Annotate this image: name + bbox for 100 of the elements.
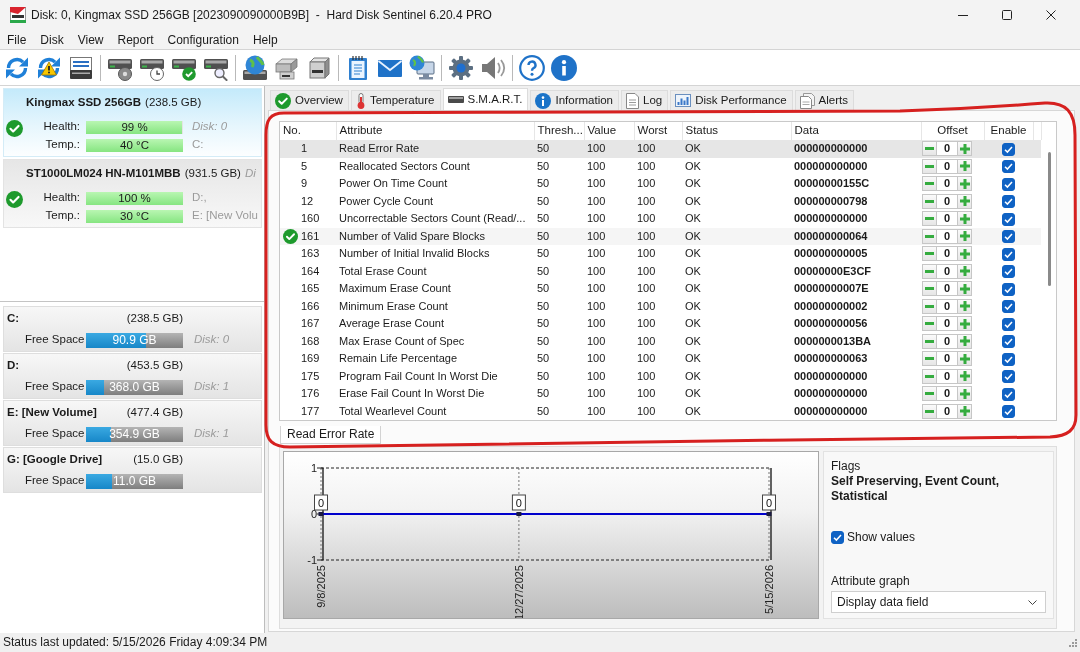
checkbox[interactable]	[1002, 352, 1015, 366]
increase-button[interactable]	[957, 263, 972, 279]
increase-button[interactable]	[957, 316, 972, 332]
checkbox[interactable]	[1002, 160, 1015, 174]
increase-button[interactable]	[957, 246, 972, 262]
offset-field[interactable]: 0	[937, 333, 957, 349]
menu-item[interactable]: View	[70, 30, 111, 49]
increase-button[interactable]	[957, 281, 972, 297]
decrease-button[interactable]	[922, 211, 937, 227]
settings-icon[interactable]	[448, 54, 474, 81]
decrease-button[interactable]	[922, 228, 937, 244]
offset-field[interactable]: 0	[937, 228, 957, 244]
check-icon	[283, 228, 298, 244]
checkbox[interactable]	[1002, 370, 1015, 384]
checkbox[interactable]	[1002, 195, 1015, 209]
monitor-globe-icon[interactable]	[409, 54, 435, 81]
decrease-button[interactable]	[922, 246, 937, 262]
menu-item[interactable]: Configuration	[160, 30, 246, 49]
tab[interactable]: Alerts	[794, 90, 854, 110]
increase-button[interactable]	[957, 211, 972, 227]
table-cell: 50	[534, 140, 584, 158]
offset-field[interactable]: 0	[937, 141, 957, 157]
increase-button[interactable]	[957, 403, 972, 419]
increase-button[interactable]	[957, 176, 972, 192]
dropdown[interactable]: Display data field	[831, 591, 1046, 613]
decrease-button[interactable]	[922, 316, 937, 332]
offset-field[interactable]: 0	[937, 246, 957, 262]
menu-item[interactable]: Disk	[33, 30, 71, 49]
checkbox[interactable]	[1002, 265, 1015, 279]
tab[interactable]: Overview	[270, 90, 349, 110]
decrease-button[interactable]	[922, 386, 937, 402]
increase-button[interactable]	[957, 333, 972, 349]
offset-field[interactable]: 0	[937, 386, 957, 402]
checkbox[interactable]	[1002, 282, 1015, 296]
checkbox[interactable]	[831, 531, 844, 544]
decrease-button[interactable]	[922, 351, 937, 367]
decrease-button[interactable]	[922, 263, 937, 279]
help-icon[interactable]	[519, 54, 545, 81]
scrollbar[interactable]	[1047, 152, 1051, 286]
table-row[interactable]: 1 Read Error Rate 50 100 100 OK 000000000000 0	[280, 140, 1041, 158]
tab[interactable]: Information	[530, 90, 619, 110]
free-space-label: Free Space	[24, 379, 86, 395]
increase-button[interactable]	[957, 386, 972, 402]
checkbox[interactable]	[1002, 142, 1015, 156]
menu-item[interactable]: Report	[110, 30, 161, 49]
info-icon[interactable]	[551, 54, 577, 81]
increase-button[interactable]	[957, 298, 972, 314]
checkbox[interactable]	[1002, 335, 1015, 349]
speaker-icon[interactable]	[480, 54, 506, 81]
table-row[interactable]: 161 Number of Valid Spare Blocks 50 100 100 OK 000000000064 0	[280, 227, 1041, 245]
table-cell-text: OK	[684, 281, 702, 297]
offset-field[interactable]: 0	[937, 403, 957, 419]
offset-field[interactable]: 0	[937, 281, 957, 297]
decrease-button[interactable]	[922, 368, 937, 384]
checkbox[interactable]	[1002, 230, 1015, 244]
offset-field[interactable]: 0	[937, 298, 957, 314]
checkbox[interactable]	[1002, 300, 1015, 314]
decrease-button[interactable]	[922, 158, 937, 174]
disk-card[interactable]: ST1000LM024 HN-M101MBB (931.5 GB) Di Health: 100 % D:, Temp.: 30 °C E: [New Volu	[3, 159, 262, 228]
checkbox[interactable]	[1002, 212, 1015, 226]
offset-field[interactable]: 0	[937, 176, 957, 192]
offset-field[interactable]: 0	[937, 193, 957, 209]
increase-button[interactable]	[957, 368, 972, 384]
checkbox[interactable]	[1002, 317, 1015, 331]
increase-button[interactable]	[957, 158, 972, 174]
increase-button[interactable]	[957, 141, 972, 157]
menu-item[interactable]: Help	[245, 30, 285, 49]
checkbox[interactable]	[1002, 387, 1015, 401]
decrease-button[interactable]	[922, 176, 937, 192]
globe-drive-icon[interactable]	[242, 54, 268, 81]
offset-field[interactable]: 0	[937, 351, 957, 367]
volume-card[interactable]: D: (453.5 GB) Free Space 368.0 GB Disk: 1	[3, 353, 262, 399]
disk-card[interactable]: Kingmax SSD 256GB (238.5 GB) Health: 99 % Disk: 0 Temp.: 40 °C C:	[3, 88, 262, 157]
offset-field[interactable]: 0	[937, 263, 957, 279]
offset-field[interactable]: 0	[937, 316, 957, 332]
checkbox[interactable]	[1002, 405, 1015, 419]
tab[interactable]: Log	[621, 90, 669, 110]
volume-card[interactable]: G: [Google Drive] (15.0 GB) Free Space 11.0 GB	[3, 447, 262, 493]
decrease-button[interactable]	[922, 298, 937, 314]
decrease-button[interactable]	[922, 333, 937, 349]
checkbox[interactable]	[1002, 177, 1015, 191]
offset-field[interactable]: 0	[937, 158, 957, 174]
checkbox-label[interactable]: Show values	[847, 530, 916, 545]
table-cell-text: 50	[536, 263, 551, 279]
tab[interactable]: S.M.A.R.T.	[442, 88, 529, 110]
decrease-button[interactable]	[922, 403, 937, 419]
menu-item[interactable]: File	[0, 30, 34, 49]
drive-list-icon[interactable]	[68, 54, 94, 81]
decrease-button[interactable]	[922, 141, 937, 157]
offset-field[interactable]: 0	[937, 211, 957, 227]
checkbox[interactable]	[1002, 247, 1015, 261]
increase-button[interactable]	[957, 351, 972, 367]
decrease-button[interactable]	[922, 193, 937, 209]
decrease-button[interactable]	[922, 281, 937, 297]
increase-button[interactable]	[957, 193, 972, 209]
increase-button[interactable]	[957, 228, 972, 244]
offset-field[interactable]: 0	[937, 368, 957, 384]
tab[interactable]: Disk Performance	[670, 90, 793, 110]
drive-box-icon[interactable]	[306, 54, 332, 81]
tab[interactable]: Temperature	[350, 90, 441, 110]
